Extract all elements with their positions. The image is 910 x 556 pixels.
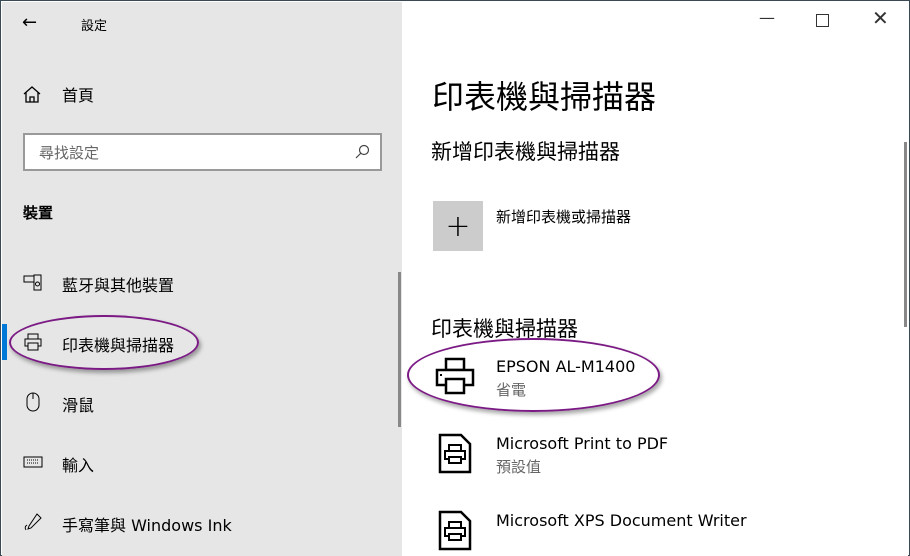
printer-item[interactable]: Microsoft Print to PDF 預設值 [432, 430, 668, 477]
printer-item[interactable]: Microsoft XPS Document Writer [432, 507, 747, 553]
app-title: 設定 [81, 19, 108, 34]
main-scrollbar[interactable] [904, 142, 907, 327]
printer-name: Microsoft Print to PDF [496, 434, 669, 453]
search-placeholder: 尋找設定 [39, 143, 100, 162]
sidebar-item-home[interactable]: 首頁 [22, 82, 94, 106]
home-label: 首頁 [62, 86, 95, 105]
sidebar-item-pen[interactable]: 手寫筆與 Windows Ink [2, 496, 400, 552]
sidebar: ← 設定 首頁 尋找設定 裝置 藍牙與其他裝置 印表機與掃描器 滑鼠 輸入 手寫… [2, 2, 402, 556]
annotation-oval [407, 338, 660, 412]
pdf-printer-icon [432, 430, 478, 476]
sidebar-item-bluetooth[interactable]: 藍牙與其他裝置 [2, 256, 400, 312]
add-printer-button[interactable]: + [433, 201, 483, 251]
add-heading: 新增印表機與掃描器 [431, 140, 620, 164]
bluetooth-devices-icon [2, 272, 62, 297]
pen-icon [2, 512, 62, 537]
sidebar-item-label: 輸入 [62, 456, 95, 475]
page-title: 印表機與掃描器 [432, 78, 657, 116]
sidebar-item-typing[interactable]: 輸入 [2, 436, 400, 492]
maximize-button[interactable] [816, 14, 829, 27]
mouse-icon [2, 391, 62, 418]
printer-status: 預設值 [496, 458, 542, 476]
annotation-oval [9, 315, 199, 370]
keyboard-icon [2, 454, 62, 474]
back-button[interactable]: ← [22, 12, 37, 33]
section-heading: 裝置 [23, 204, 54, 222]
search-input[interactable]: 尋找設定 [23, 133, 382, 171]
add-printer-label[interactable]: 新增印表機或掃描器 [496, 206, 631, 227]
xps-printer-icon [432, 507, 478, 553]
sidebar-scrollbar[interactable] [398, 272, 401, 427]
close-button[interactable]: ✕ [872, 6, 889, 30]
search-icon [355, 144, 370, 159]
sidebar-item-mouse[interactable]: 滑鼠 [2, 376, 400, 432]
plus-icon: + [445, 208, 471, 244]
printer-name: Microsoft XPS Document Writer [496, 511, 747, 530]
main-content: — ✕ 印表機與掃描器 新增印表機與掃描器 + 新增印表機或掃描器 印表機與掃描… [402, 2, 908, 556]
sidebar-item-label: 手寫筆與 Windows Ink [62, 516, 232, 535]
home-icon [23, 86, 41, 103]
sidebar-item-label: 藍牙與其他裝置 [62, 276, 175, 295]
sidebar-item-label: 滑鼠 [62, 396, 95, 415]
settings-window: ← 設定 首頁 尋找設定 裝置 藍牙與其他裝置 印表機與掃描器 滑鼠 輸入 手寫… [0, 0, 910, 556]
minimize-button[interactable]: — [759, 8, 775, 27]
